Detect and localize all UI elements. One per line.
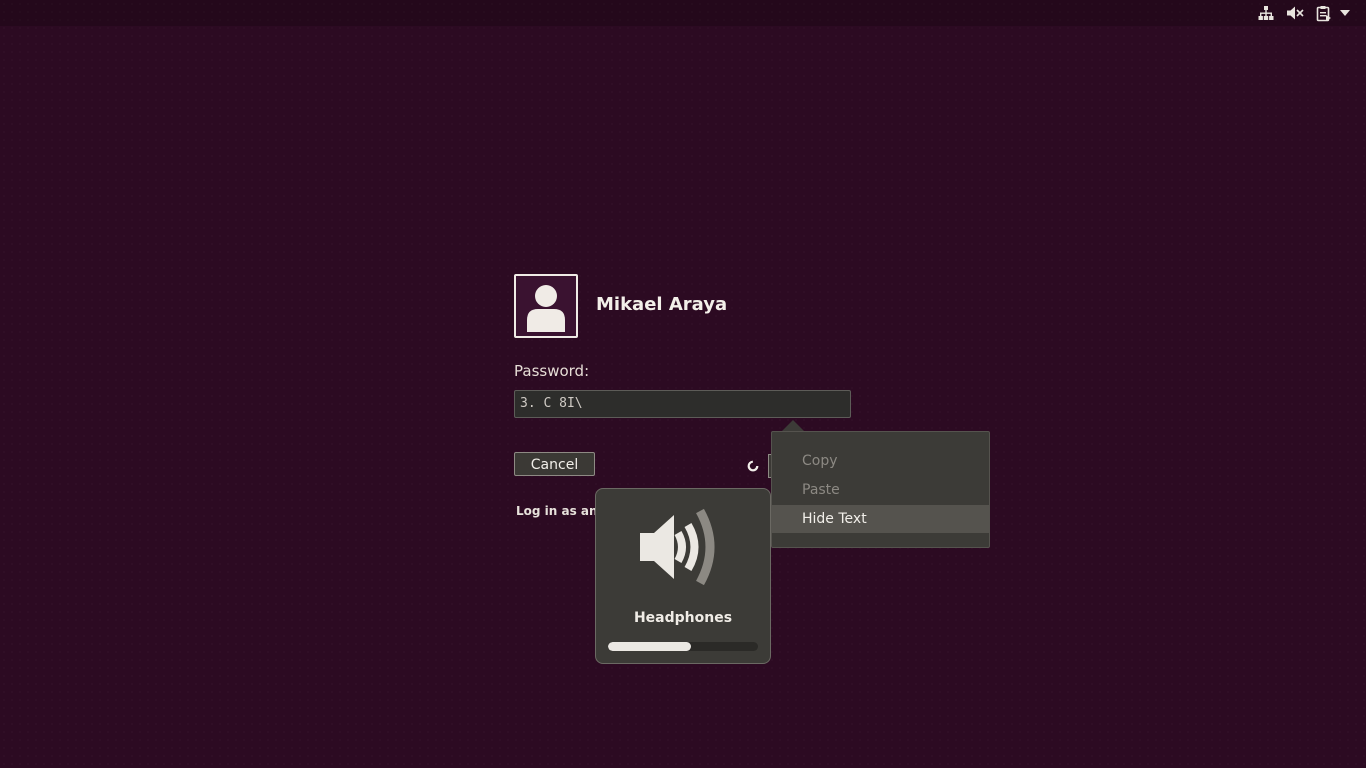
cancel-button[interactable]: Cancel [514,452,595,476]
user-name: Mikael Araya [596,294,728,315]
clipboard-icon[interactable] [1315,4,1333,22]
user-icon [527,285,565,332]
volume-level-bar [608,642,758,651]
password-field[interactable]: 3. C 8I\ [514,390,851,418]
menu-item-paste[interactable]: Paste [772,476,989,504]
avatar [514,274,578,338]
top-panel [0,0,1366,26]
volume-osd: Headphones [595,488,771,664]
speaker-volume-icon [636,507,726,591]
volume-muted-icon[interactable] [1285,4,1305,22]
spinner-icon [747,457,759,476]
volume-level-fill [608,642,691,651]
network-icon[interactable] [1257,4,1275,22]
menu-item-hide-text[interactable]: Hide Text [772,505,989,533]
osd-device-label: Headphones [633,610,733,626]
context-menu: Copy Paste Hide Text [771,431,990,548]
password-label: Password: [514,362,590,380]
other-user-link[interactable]: Log in as ano [516,504,606,518]
menu-item-copy[interactable]: Copy [772,447,989,475]
menu-arrow-icon[interactable] [1339,4,1351,22]
